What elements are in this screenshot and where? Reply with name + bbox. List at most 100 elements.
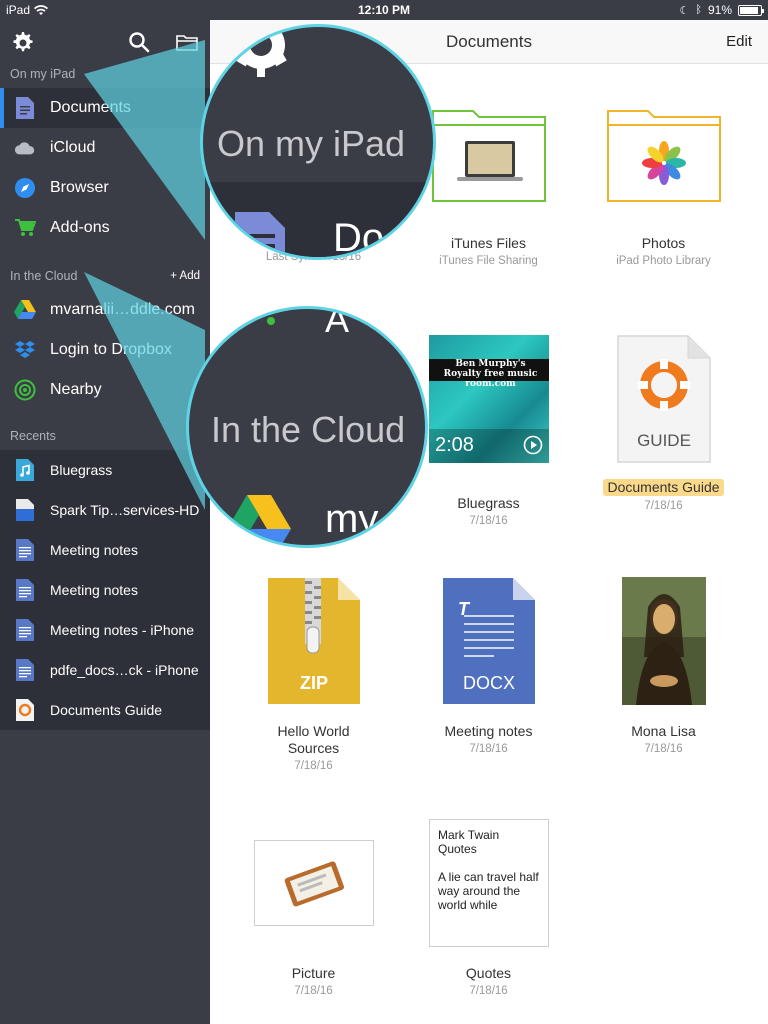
section-in-the-cloud: In the Cloud + Add: [0, 266, 210, 286]
item-name: Quotes: [465, 965, 512, 981]
zip-file-icon: ZIP: [267, 577, 361, 705]
item-name: Documents Guide: [603, 479, 724, 496]
recent-item-label: Meeting notes - iPhone: [50, 622, 194, 638]
item-name: Photos: [641, 235, 686, 251]
guide-document-icon: GUIDE: [617, 335, 711, 463]
recent-item-label: Spark Tip…services-HD: [50, 502, 200, 518]
play-icon[interactable]: [523, 435, 543, 455]
grid-item-quotes[interactable]: Mark Twain Quotes A lie can travel half …: [401, 819, 576, 999]
sidebar-item-google-drive[interactable]: mvarnalii…ddle.com: [0, 290, 210, 330]
docx-file-icon: T DOCX: [442, 577, 536, 705]
gear-icon: [235, 31, 287, 77]
audio-file-icon: [14, 458, 36, 482]
item-subtitle: iPad Photo Library: [616, 255, 711, 267]
docx-file-icon: [14, 578, 36, 602]
docx-badge: DOCX: [462, 673, 515, 693]
zip-badge: ZIP: [299, 673, 328, 693]
item-name: Picture: [291, 965, 336, 981]
grid-item-mona-lisa[interactable]: Mona Lisa 7/18/16: [576, 577, 751, 777]
sidebar-item-label: Add-ons: [50, 219, 110, 236]
battery-percent: 91%: [707, 3, 732, 17]
grid-item-hello-world-sources[interactable]: ZIP Hello World Sources 7/18/16: [226, 577, 401, 777]
item-name: Bluegrass: [457, 495, 520, 511]
grid-item-photos[interactable]: Photos iPad Photo Library: [576, 103, 751, 278]
google-drive-icon: [14, 299, 36, 321]
recent-item-label: pdfe_docs…ck - iPhone: [50, 662, 199, 678]
item-subtitle: 7/18/16: [644, 743, 683, 755]
magnified-label: In the Cloud: [211, 409, 406, 450]
sidebar-item-dropbox[interactable]: Login to Dropbox: [0, 330, 210, 370]
nearby-icon: [14, 379, 36, 401]
picture-thumbnail: [254, 840, 374, 926]
docx-file-icon: [14, 618, 36, 642]
item-subtitle: 7/18/16: [294, 985, 333, 997]
recent-item-meeting-notes[interactable]: Meeting notes: [0, 530, 210, 570]
thumb-title-2: Royalty free music room.com: [443, 369, 538, 389]
sidebar-item-label: Login to Dropbox: [50, 341, 172, 358]
item-name: Hello World Sources: [277, 723, 350, 756]
folder-icon[interactable]: [175, 30, 199, 54]
file-icon: [14, 498, 36, 522]
section-recents: Recents: [10, 429, 56, 443]
recent-item-meeting-notes-iphone[interactable]: Meeting notes - iPhone: [0, 610, 210, 650]
docx-t-badge: T: [458, 599, 469, 619]
item-subtitle: 7/18/16: [469, 515, 508, 527]
sidebar-item-label: iCloud: [50, 139, 96, 156]
grid-item-picture[interactable]: Picture 7/18/16: [226, 819, 401, 999]
recent-item-label: Meeting notes: [50, 542, 138, 558]
sidebar-toolbar: [0, 20, 210, 64]
recent-item-spark-tip[interactable]: Spark Tip…services-HD: [0, 490, 210, 530]
cloud-icon: [14, 137, 36, 159]
recent-item-meeting-notes-2[interactable]: Meeting notes: [0, 570, 210, 610]
recent-item-label: Bluegrass: [50, 462, 113, 478]
document-icon: [235, 212, 285, 257]
document-icon: [14, 97, 36, 119]
text-preview: Mark Twain Quotes A lie can travel half …: [429, 819, 549, 947]
moon-icon: ☾: [679, 4, 690, 17]
add-cloud-button[interactable]: + Add: [170, 266, 200, 286]
cloud-list: mvarnalii…ddle.com Login to Dropbox Near…: [0, 290, 210, 410]
nearby-dot: [267, 317, 275, 325]
grid-item-documents-guide[interactable]: GUIDE Documents Guide 7/18/16: [576, 335, 751, 515]
item-subtitle: 7/18/16: [469, 985, 508, 997]
magnifier-top: On my iPad Do: [200, 24, 436, 260]
sidebar-item-label: Browser: [50, 179, 109, 196]
grid-item-meeting-notes[interactable]: T DOCX Meeting notes 7/18/16: [401, 577, 576, 777]
search-icon[interactable]: [127, 30, 151, 54]
magnified-partial: Do: [333, 216, 385, 260]
thumb-title-1: Ben Murphy's: [455, 359, 526, 369]
edit-button[interactable]: Edit: [726, 33, 752, 50]
sidebar-item-add-ons[interactable]: Add-ons: [0, 208, 210, 248]
item-name: Meeting notes: [444, 723, 533, 739]
gear-icon[interactable]: [10, 30, 34, 54]
section-in-the-cloud-label: In the Cloud: [10, 269, 78, 283]
preview-body: A lie can travel half way around the wor…: [438, 870, 539, 912]
recent-item-documents-guide[interactable]: Documents Guide: [0, 690, 210, 730]
item-name: Mona Lisa: [631, 723, 696, 739]
sidebar-item-label: Documents: [50, 99, 131, 116]
recent-item-pdfe-docs[interactable]: pdfe_docs…ck - iPhone: [0, 650, 210, 690]
cart-icon: [14, 217, 36, 239]
sidebar-item-label: mvarnalii…ddle.com: [50, 301, 195, 318]
docx-file-icon: [14, 658, 36, 682]
magnified-label: On my iPad: [217, 123, 406, 164]
status-bar: iPad 12:10 PM ☾ ᛒ 91%: [0, 0, 768, 20]
painting-thumbnail: [622, 577, 706, 705]
docx-file-icon: [14, 538, 36, 562]
magnified-partial: my: [325, 497, 379, 541]
folder-icon: [607, 110, 721, 202]
dropbox-icon: [14, 339, 36, 361]
sidebar-item-browser[interactable]: Browser: [0, 168, 210, 208]
video-thumbnail: Ben Murphy's Royalty free music room.com…: [429, 335, 549, 463]
google-drive-icon: [227, 495, 291, 545]
preview-title: Mark Twain Quotes: [438, 828, 500, 856]
recent-item-bluegrass[interactable]: Bluegrass: [0, 450, 210, 490]
sidebar-item-nearby[interactable]: Nearby: [0, 370, 210, 410]
status-time: 12:10 PM: [357, 3, 411, 17]
item-subtitle: 7/18/16: [644, 500, 683, 512]
sidebar-item-documents[interactable]: Documents: [0, 88, 210, 128]
sidebar-item-icloud[interactable]: iCloud: [0, 128, 210, 168]
folder-icon: [432, 110, 546, 202]
magnifier-bottom: A In the Cloud my: [186, 306, 428, 548]
on-ipad-list: Documents iCloud Browser Add-ons: [0, 88, 210, 248]
